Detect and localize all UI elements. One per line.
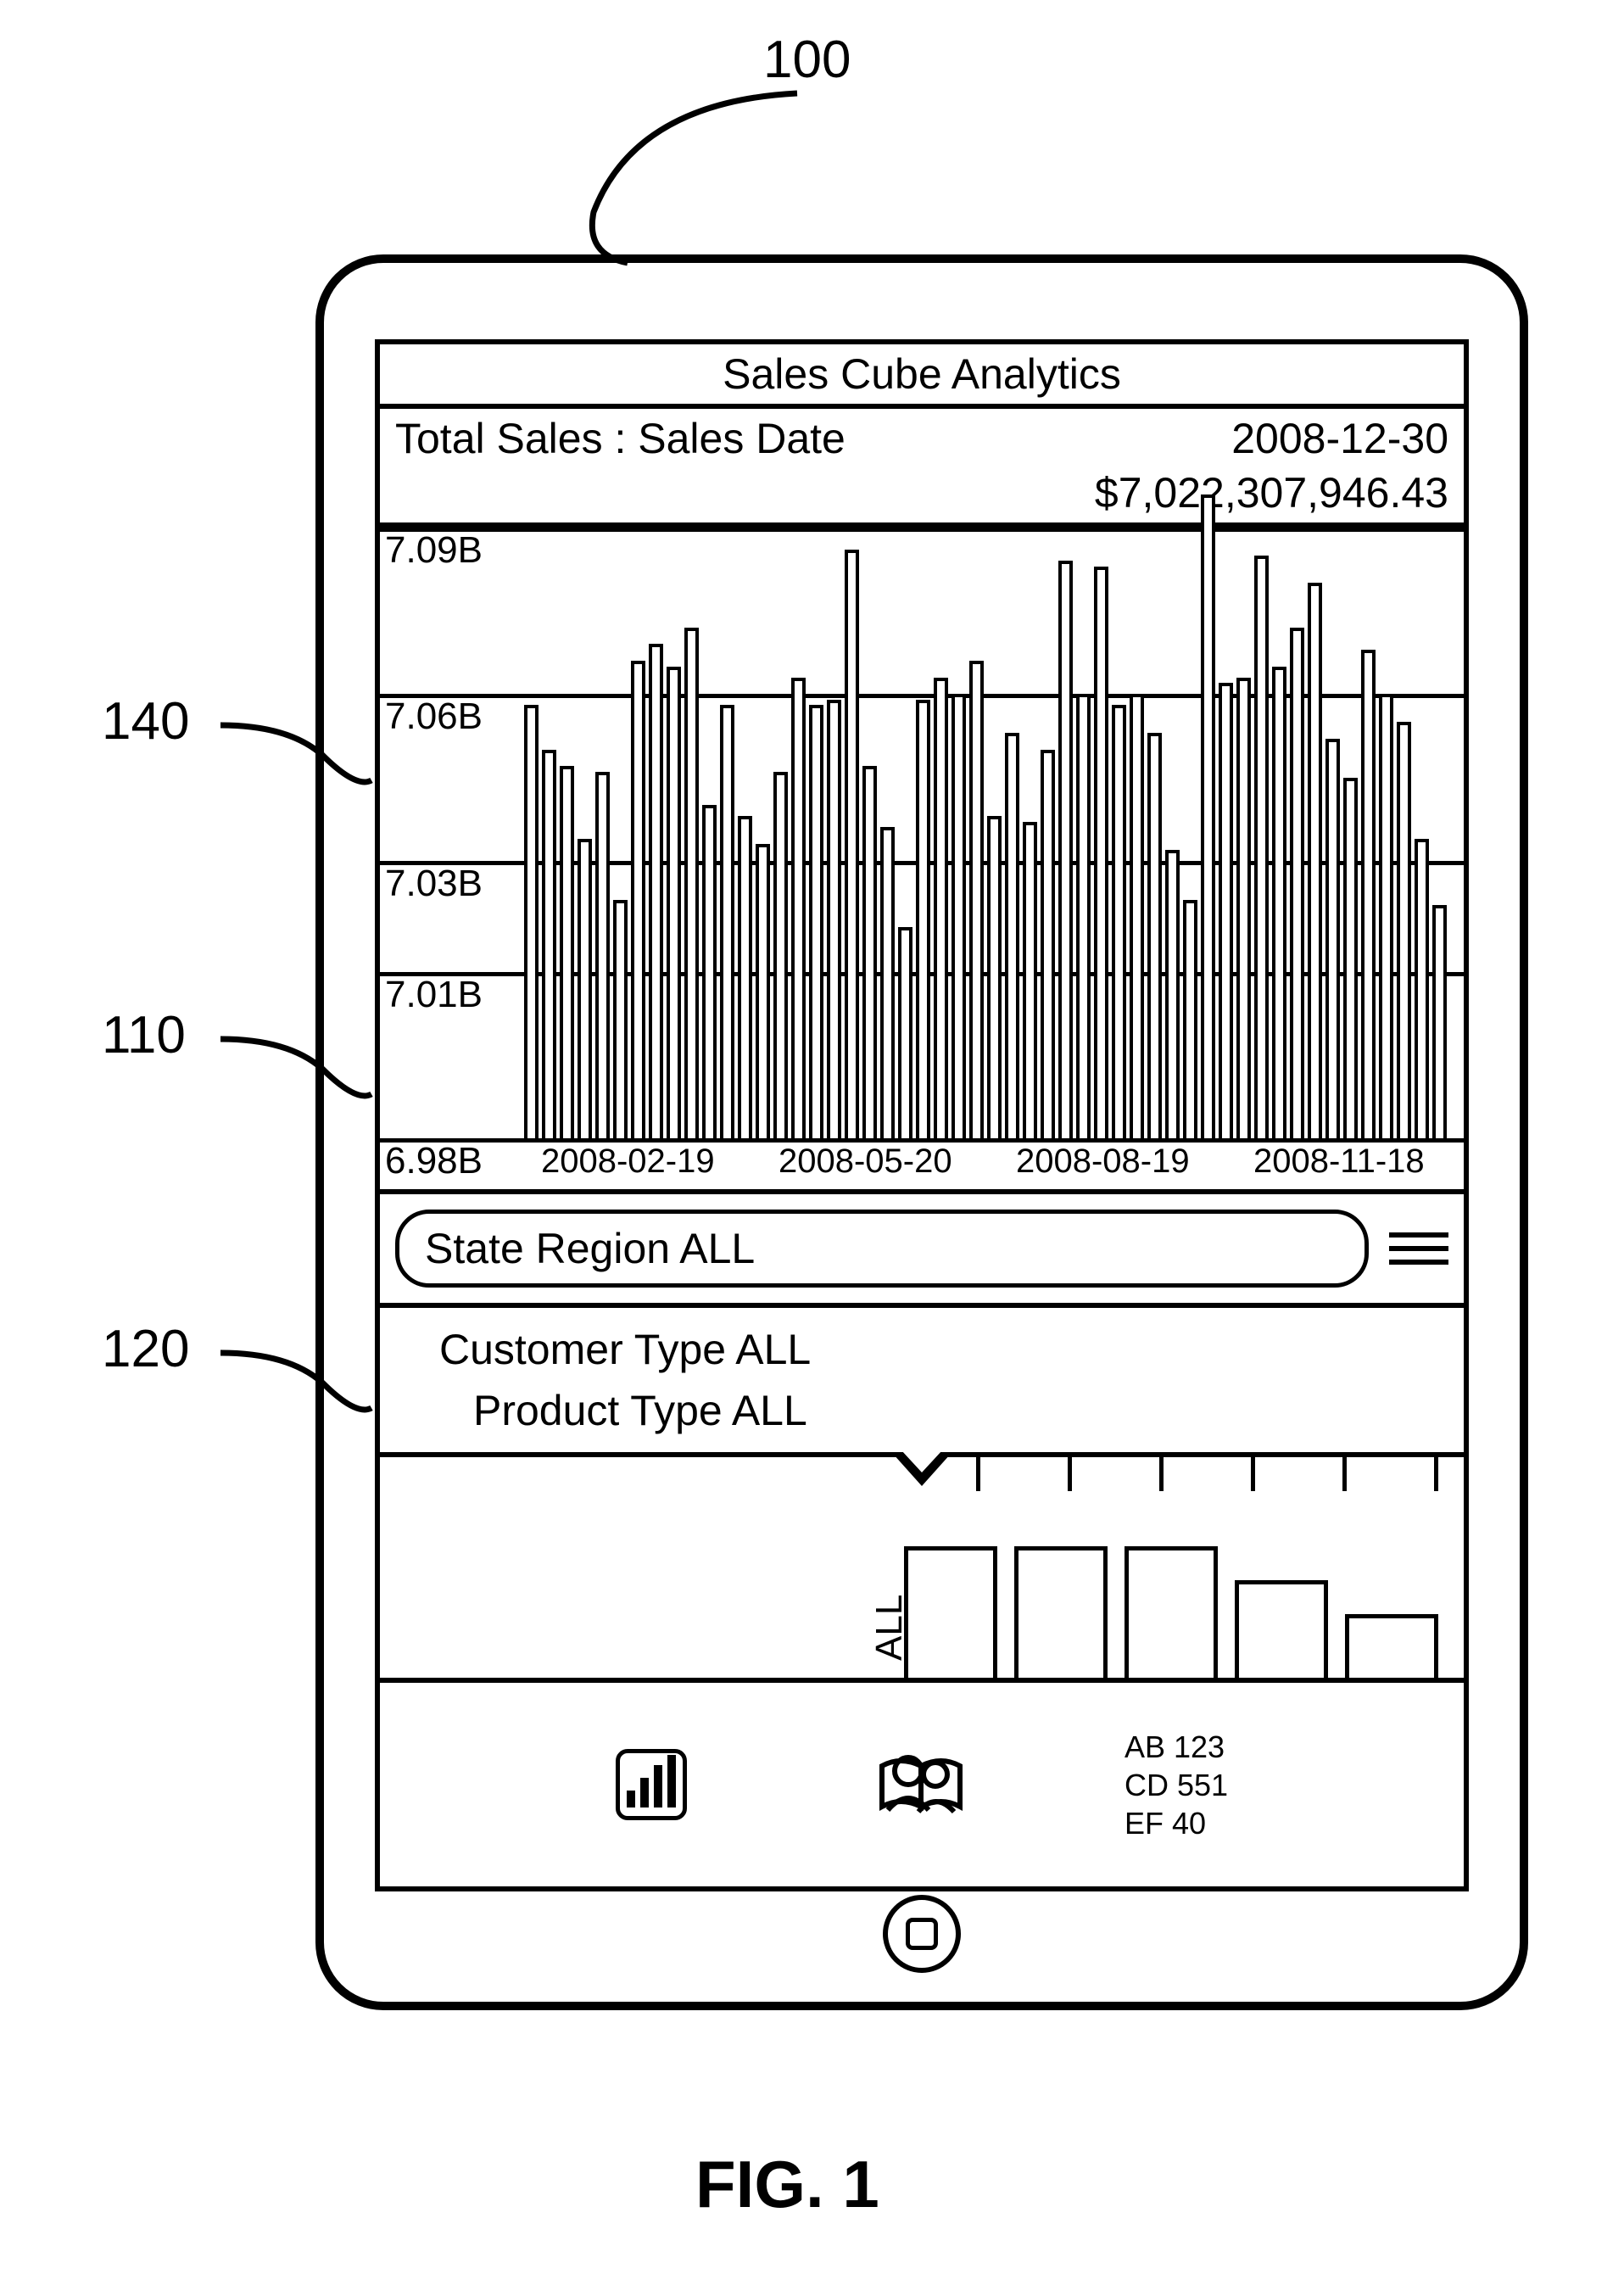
selected-date: 2008-12-30 [1231,414,1448,463]
secondary-filter[interactable]: Product Type ALL [473,1386,1438,1435]
bar[interactable] [1343,778,1358,1138]
y-tick: 7.09B [385,529,483,572]
kv-row: CD 551 [1125,1766,1228,1804]
bar[interactable] [880,827,895,1138]
y-tick: 7.01B [385,974,483,1016]
mini-bars [904,1546,1438,1678]
bar[interactable] [791,678,806,1138]
secondary-filter[interactable]: Customer Type ALL [439,1325,1438,1374]
kv-row: EF 40 [1125,1804,1228,1842]
bar[interactable] [649,644,663,1138]
bar[interactable] [1397,722,1411,1138]
bar[interactable] [1325,739,1340,1138]
book-icon[interactable] [875,1751,968,1819]
bar[interactable] [969,661,984,1138]
bar[interactable] [1058,561,1073,1138]
toolbar-kv: AB 123CD 551EF 40 [1125,1728,1228,1842]
mini-ticks [976,1457,1438,1491]
bar[interactable] [595,772,610,1138]
bar[interactable] [1236,678,1251,1138]
secondary-filters: Customer Type ALL Product Type ALL [380,1308,1464,1457]
bar[interactable] [613,900,628,1138]
bar[interactable] [1041,750,1055,1138]
chart-icon[interactable] [616,1749,687,1820]
bar[interactable] [1219,683,1233,1138]
bar[interactable] [1361,650,1376,1138]
bar[interactable] [578,839,592,1138]
bar[interactable] [1308,583,1322,1138]
bar[interactable] [1379,694,1393,1138]
bar[interactable] [952,694,966,1138]
bar[interactable] [987,816,1002,1138]
bottom-toolbar: AB 123CD 551EF 40 [380,1683,1464,1886]
bar[interactable] [1147,733,1162,1138]
bar[interactable] [1023,822,1037,1138]
bar[interactable] [631,661,645,1138]
bar[interactable] [827,700,841,1138]
bar[interactable] [1290,628,1304,1138]
bar[interactable] [1005,733,1019,1138]
x-tick: 2008-05-20 [779,1143,952,1181]
x-tick: 2008-02-19 [541,1143,715,1181]
state-region-filter[interactable]: State Region ALL [395,1210,1369,1288]
bar[interactable] [756,844,770,1138]
bar[interactable] [1415,839,1429,1138]
bar[interactable] [845,550,859,1138]
primary-filter-row: State Region ALL [380,1194,1464,1308]
bar[interactable] [1165,850,1180,1138]
y-tick: 7.06B [385,696,483,738]
x-tick: 2008-08-19 [1016,1143,1190,1181]
bar[interactable] [809,705,823,1138]
y-tick: 6.98B [385,1140,483,1182]
main-chart[interactable]: 7.09B 7.06B 7.03B 7.01B 6.98B 2008-02-19 2008-… [380,528,1464,1194]
bar[interactable] [560,766,574,1138]
app-title: Sales Cube Analytics [380,344,1464,409]
menu-icon[interactable] [1389,1232,1448,1265]
bar[interactable] [1112,705,1126,1138]
bar[interactable] [1183,900,1197,1138]
mini-chart[interactable]: ALL [380,1457,1464,1683]
bar[interactable] [524,705,539,1138]
metric-label: Total Sales : Sales Date [395,414,845,463]
chevron-down-icon [893,1454,951,1486]
bar[interactable] [1076,694,1091,1138]
bar[interactable] [1094,567,1108,1138]
bar[interactable] [934,678,948,1138]
bar[interactable] [1432,905,1447,1138]
bar[interactable] [862,766,877,1138]
bar[interactable] [738,816,752,1138]
app-screen: Sales Cube Analytics Total Sales : Sales… [375,339,1469,1891]
bar[interactable] [898,927,912,1138]
bar[interactable] [702,805,717,1138]
kv-row: AB 123 [1125,1728,1228,1766]
bar[interactable] [542,750,556,1138]
bar[interactable] [720,705,734,1138]
home-button[interactable] [883,1895,961,1973]
bar[interactable] [773,772,788,1138]
bar[interactable] [684,628,699,1138]
bar[interactable] [916,700,930,1138]
bar[interactable] [1254,556,1269,1138]
bar[interactable] [1272,667,1286,1138]
bar[interactable] [1201,494,1215,1138]
metric-value: $7,022,307,946.43 [395,468,1448,517]
bar[interactable] [1130,694,1144,1138]
tablet-device: Sales Cube Analytics Total Sales : Sales… [315,254,1528,2010]
x-tick: 2008-11-18 [1253,1143,1425,1181]
bar[interactable] [667,667,681,1138]
y-tick: 7.03B [385,863,483,905]
subheader: Total Sales : Sales Date 2008-12-30 $7,0… [380,409,1464,528]
